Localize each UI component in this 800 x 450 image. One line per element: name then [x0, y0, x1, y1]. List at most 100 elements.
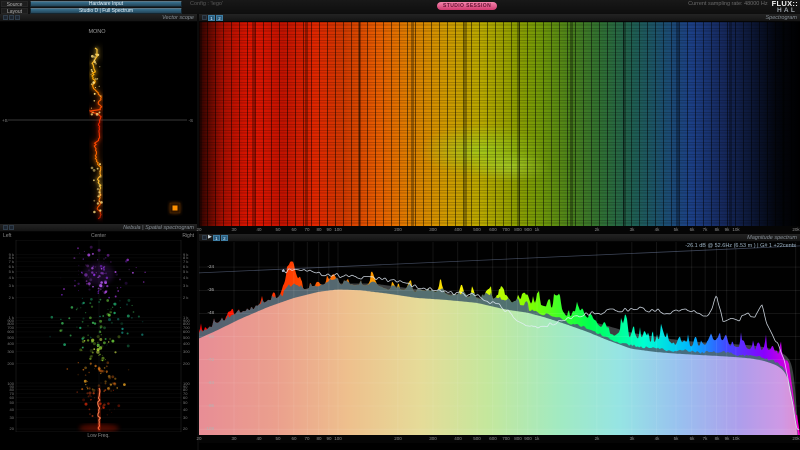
spectrogram-channel-2-button[interactable]: 2	[216, 14, 223, 21]
freq-tick-100: 100	[334, 436, 342, 441]
studio-session-button[interactable]: STUDIO SESSION	[437, 2, 498, 10]
nebula-tick-l-200: 200	[7, 361, 14, 366]
freq-tick-80: 80	[316, 227, 322, 232]
nebula-tick-r-3k: 3 k	[183, 283, 189, 288]
spectrum-fills	[199, 261, 800, 441]
layout-selector[interactable]: Studio D | Full Spectrum	[30, 7, 182, 14]
spectrum-options-icon[interactable]	[202, 235, 207, 240]
freq-tick-8k: 8k	[714, 227, 720, 232]
spectrogram-title: Spectrogram	[765, 14, 798, 21]
vectorscope-panel: Vector scope MONO +S -S	[0, 14, 197, 224]
freq-tick-6k: 6k	[689, 227, 695, 232]
nebula-tick-r-30: 30	[183, 415, 188, 420]
pan-center-label: Center	[90, 233, 107, 239]
nebula-canvas	[15, 239, 182, 433]
nebula-freq-axis-right: 9 k8 k7 k6 k5 k4 k3 k2 k1 k 900 800 700 600 5…	[182, 240, 197, 432]
freq-tick-600: 600	[489, 227, 497, 232]
nebula-tick-l-2k: 2 k	[8, 295, 14, 300]
play-icon[interactable]: ▶	[208, 235, 212, 240]
spectrum-header: ▶ 12 Magnitude spectrum	[199, 234, 800, 242]
source-selector[interactable]: Hardware Input	[30, 0, 182, 7]
config-text: Config : 'lego'	[190, 0, 223, 7]
spectrum-canvas	[198, 242, 800, 441]
vectorscope-minus-s-label: -S	[189, 118, 194, 123]
nebula-tick-l-5k: 5 k	[8, 269, 14, 274]
nebula-tick-l-30: 30	[9, 415, 14, 420]
freq-tick-4k: 4k	[654, 436, 660, 441]
nebula-tick-l-50: 50	[9, 400, 14, 405]
freq-tick-500: 500	[473, 227, 481, 232]
db-tick--96: -96	[207, 403, 214, 408]
nebula-tick-r-2k: 2 k	[183, 295, 189, 300]
freq-tick-600: 600	[489, 436, 497, 441]
spectrogram-options-icon[interactable]	[202, 15, 207, 20]
spectrum-channel-buttons: 12	[212, 234, 228, 241]
nebula-tick-l-300: 300	[7, 349, 14, 354]
freq-tick-50: 50	[275, 227, 281, 232]
nebula-bottom-axis: Low Freq.	[0, 432, 197, 442]
freq-tick-20k: 20k	[792, 227, 800, 232]
freq-tick-70: 70	[304, 436, 310, 441]
nebula-display[interactable]: 9 k8 k7 k6 k5 k4 k3 k2 k1 k 900 800 700 600 5…	[0, 239, 197, 433]
nebula-tick-r-200: 200	[183, 361, 190, 366]
freq-tick-400: 400	[454, 227, 462, 232]
spectrogram-display[interactable]	[199, 22, 800, 226]
freq-tick-10k: 10k	[732, 436, 740, 441]
nebula-tick-r-600: 600	[183, 329, 190, 334]
nebula-freq-axis-left: 9 k8 k7 k6 k5 k4 k3 k2 k1 k 900 800 700 600 5…	[0, 240, 15, 432]
cursor-readout: -26.1 dB @ 52.6Hz (6.53 m ) | G# 1 +22ce…	[685, 243, 796, 249]
nebula-tick-l-500: 500	[7, 335, 14, 340]
spectrogram-header: 12 Spectrogram	[199, 14, 800, 22]
spectrum-display[interactable]: -26.1 dB @ 52.6Hz (6.53 m ) | G# 1 +22ce…	[198, 242, 800, 441]
freq-tick-3k: 3k	[629, 227, 635, 232]
freq-tick-6k: 6k	[689, 436, 695, 441]
spectrum-channel-2-button[interactable]: 2	[220, 234, 228, 241]
freq-tick-200: 200	[394, 227, 402, 232]
freq-tick-3k: 3k	[629, 436, 635, 441]
nebula-particles	[49, 245, 146, 432]
freq-tick-4k: 4k	[654, 227, 660, 232]
spectrogram-channel-1-button[interactable]: 1	[208, 14, 215, 21]
freq-tick-40: 40	[256, 227, 262, 232]
db-tick--48: -48	[207, 310, 214, 315]
freq-tick-9k: 9k	[724, 436, 730, 441]
clip-indicator[interactable]	[169, 202, 181, 214]
source-label: Source	[1, 0, 28, 8]
vectorscope-freeze-icon[interactable]	[9, 15, 14, 20]
sampling-rate-text: Current sampling rate: 48000 Hz	[688, 0, 768, 7]
pan-left-label: Left	[3, 233, 12, 239]
vectorscope-options-icon[interactable]	[3, 15, 8, 20]
freq-tick-900: 900	[524, 227, 532, 232]
freq-tick-1k: 1k	[534, 436, 540, 441]
spectrum-top-frequency-axis: 20 30 40 50 60 70 80 90 100 200 300 400 500 600 700 800…	[196, 226, 800, 234]
db-tick--24: -24	[207, 264, 214, 269]
low-freq-label: Low Freq.	[87, 433, 110, 439]
freq-tick-90: 90	[326, 227, 332, 232]
vectorscope-mono-label: MONO	[88, 29, 106, 35]
freq-tick-10k: 10k	[732, 227, 740, 232]
freq-tick-50: 50	[275, 436, 281, 441]
nebula-pan-axis: Left Center Right	[0, 232, 197, 240]
freq-tick-80: 80	[316, 436, 322, 441]
vectorscope-settings-icon[interactable]	[15, 15, 20, 20]
nebula-tick-l-3k: 3 k	[8, 283, 14, 288]
nebula-options-icon[interactable]	[3, 225, 8, 230]
vectorscope-trace	[79, 44, 108, 223]
freq-tick-7k: 7k	[702, 436, 708, 441]
nebula-freeze-icon[interactable]	[9, 225, 14, 230]
freq-tick-70: 70	[304, 227, 310, 232]
pan-right-label: Right	[182, 233, 194, 239]
nebula-tick-l-400: 400	[7, 341, 14, 346]
freq-tick-20: 20	[196, 227, 202, 232]
nebula-title: Nebula | Spatial spectrogram	[123, 224, 194, 231]
spectrum-channel-1-button[interactable]: 1	[212, 234, 220, 241]
spectrum-bottom-frequency-axis: 20 30 40 50 60 70 80 90 100 200 300 400 500 600 700 800…	[196, 435, 800, 443]
nebula-tick-r-20: 20	[183, 426, 188, 431]
nebula-tick-r-500: 500	[183, 335, 190, 340]
vectorscope-display[interactable]: MONO +S -S	[0, 22, 195, 223]
nebula-header: Nebula | Spatial spectrogram	[0, 224, 197, 232]
freq-tick-9k: 9k	[724, 227, 730, 232]
freq-tick-300: 300	[429, 436, 437, 441]
freq-tick-800: 800	[514, 227, 522, 232]
nebula-tick-r-400: 400	[183, 341, 190, 346]
